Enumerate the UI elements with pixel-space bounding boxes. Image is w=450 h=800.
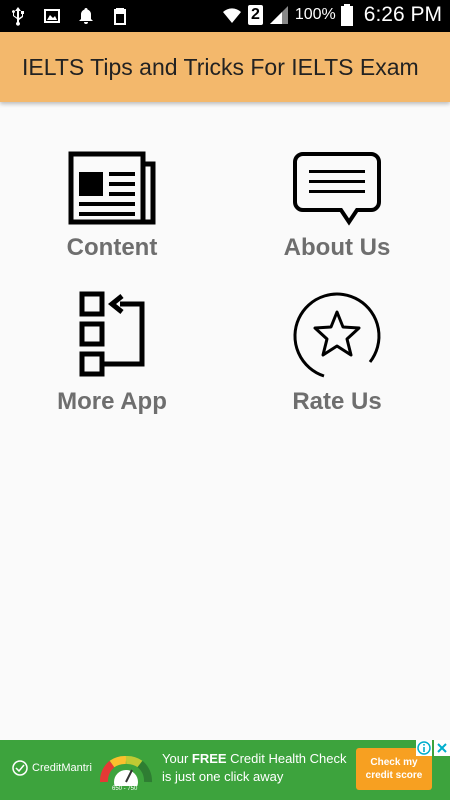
content-button[interactable]: Content — [22, 150, 202, 262]
rate-us-button[interactable]: Rate Us — [247, 290, 427, 416]
clock: 6:26 PM — [363, 3, 442, 26]
signal-icon — [269, 6, 288, 24]
about-us-label: About Us — [283, 234, 391, 261]
battery-notification-icon — [114, 8, 126, 25]
star-rating-icon — [293, 292, 381, 378]
ad-line-2: is just one click away — [162, 769, 284, 784]
newspaper-icon — [68, 151, 156, 225]
image-icon — [44, 9, 60, 23]
ad-brand: CreditMantri — [32, 762, 92, 774]
more-app-button[interactable]: More App — [22, 290, 202, 416]
gauge-range: 650 - 750 — [112, 786, 138, 792]
wifi-icon — [222, 8, 241, 23]
about-us-button[interactable]: About Us — [247, 150, 427, 262]
system-icons: 2 100% 6:26 PM — [221, 3, 442, 27]
more-app-label: More App — [57, 388, 167, 415]
chat-bubble-icon — [293, 152, 381, 226]
bell-icon — [79, 8, 93, 24]
app-bar: IELTS Tips and Tricks For IELTS Exam — [0, 32, 450, 102]
rate-us-label: Rate Us — [292, 388, 382, 415]
ad-banner[interactable]: CreditMantri 650 - 750 Your FREE Credit … — [0, 740, 450, 800]
ad-line-1: Your FREE Credit Health Check — [162, 751, 347, 766]
app-title: IELTS Tips and Tricks For IELTS Exam — [22, 54, 419, 80]
logo-check-icon — [12, 760, 28, 776]
notification-icons — [8, 6, 130, 26]
app-list-icon — [79, 291, 145, 377]
creditmantri-logo: CreditMantri — [12, 760, 92, 776]
battery-percentage: 100% — [294, 6, 336, 23]
ad-message: Your FREE Credit Health Check is just on… — [162, 750, 347, 786]
credit-gauge-icon — [100, 756, 152, 786]
content-label: Content — [66, 234, 158, 261]
sim-indicator: 2 — [247, 5, 263, 25]
status-bar: 2 100% 6:26 PM — [0, 0, 450, 32]
ad-close-icon[interactable] — [434, 740, 450, 756]
usb-icon — [12, 7, 24, 26]
battery-icon — [340, 4, 353, 26]
ad-info-icon[interactable] — [416, 740, 432, 756]
